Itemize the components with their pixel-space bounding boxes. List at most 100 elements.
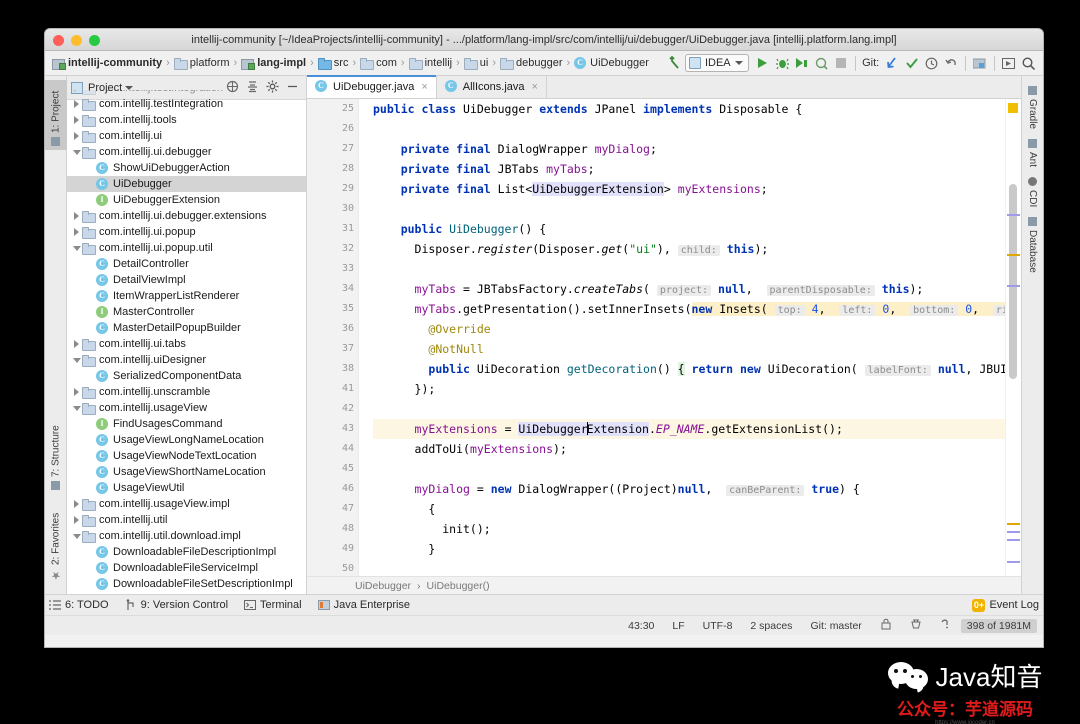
gutter-line[interactable]: 32 [307, 239, 358, 259]
gutter-line[interactable]: 38 [307, 359, 376, 379]
gutter-line[interactable]: 45 [307, 459, 376, 479]
breadcrumb-item-src[interactable]: src [316, 57, 351, 70]
tree-node[interactable]: FileDownloaderImpl [67, 592, 306, 594]
chevron-right-icon[interactable] [71, 500, 82, 508]
tree-node[interactable]: ItemWrapperListRenderer [67, 288, 306, 304]
tree-node[interactable]: UiDebugger [67, 176, 306, 192]
chevron-down-icon[interactable] [125, 85, 134, 90]
tree-node[interactable]: com.intellij.testIntegration [67, 96, 306, 112]
gutter-line[interactable]: 26 [307, 119, 358, 139]
sidebar-item-structure[interactable]: 7: Structure [45, 412, 67, 494]
breadcrumb-item-uidebugger[interactable]: UiDebugger [572, 56, 651, 70]
breadcrumb-item-com[interactable]: com [358, 57, 399, 70]
code-content[interactable]: public class UiDebugger extends JPanel i… [359, 99, 1005, 576]
tree-node[interactable]: com.intellij.ui.debugger.extensions [67, 208, 306, 224]
tree-node[interactable]: com.intellij.util.download.impl [67, 528, 306, 544]
chevron-right-icon[interactable] [71, 228, 82, 236]
chevron-right-icon[interactable] [71, 516, 82, 524]
tree-node[interactable]: com.intellij.ui.popup.util [67, 240, 306, 256]
back-arrow-icon[interactable] [665, 53, 685, 74]
tool-button-terminal[interactable]: Terminal [244, 599, 302, 611]
chevron-down-icon[interactable] [71, 357, 82, 363]
tree-node[interactable]: MasterDetailPopupBuilder [67, 320, 306, 336]
select-in-icon[interactable] [999, 53, 1019, 74]
tree-node[interactable]: com.intellij.usageView [67, 400, 306, 416]
tool-button-version-control[interactable]: 9: Version Control [125, 599, 228, 611]
gutter-line[interactable]: 48 [307, 519, 358, 539]
gutter-line[interactable]: 41 [307, 379, 376, 399]
gutter-line[interactable]: 49 [307, 539, 358, 559]
tool-button-java-enterprise[interactable]: Java Enterprise [317, 599, 410, 611]
tree-node[interactable]: DownloadableFileServiceImpl [67, 560, 306, 576]
caret-position[interactable]: 43:30 [619, 620, 663, 632]
chevron-down-icon[interactable] [71, 405, 82, 411]
chevron-right-icon[interactable] [71, 90, 82, 92]
gutter-line[interactable]: 46 [307, 479, 376, 499]
sidebar-item-project[interactable]: 1: Project [45, 80, 67, 150]
run-with-coverage-icon[interactable] [792, 53, 812, 74]
gutter-line[interactable]: 35 [307, 299, 376, 319]
close-icon[interactable]: × [421, 81, 427, 93]
sidebar-item-cdi[interactable]: CDI [1027, 173, 1038, 211]
sidebar-item-gradle[interactable]: Gradle [1027, 82, 1038, 133]
breadcrumb-item-intellij[interactable]: intellij [407, 57, 455, 70]
chevron-right-icon[interactable] [71, 340, 82, 348]
breadcrumb-class[interactable]: UiDebugger [355, 580, 411, 592]
gutter-line[interactable]: 34 [307, 279, 358, 299]
tab-uidebugger-java[interactable]: UiDebugger.java × [307, 75, 437, 98]
tree-node[interactable]: com.intellij.ui [67, 128, 306, 144]
gutter-line[interactable]: 47 [307, 499, 376, 519]
tool-button-todo[interactable]: 6: TODO [49, 599, 109, 611]
gutter-line[interactable]: 29 [307, 179, 358, 199]
sidebar-item-favorites[interactable]: ★ 2: Favorites [45, 500, 67, 586]
tree-node[interactable]: UsageViewNodeTextLocation [67, 448, 306, 464]
run-icon[interactable] [753, 53, 773, 74]
project-structure-icon[interactable] [970, 53, 990, 74]
memory-indicator[interactable]: 398 of 1981M [960, 618, 1037, 633]
breadcrumb-item-project[interactable]: intellij-community [50, 57, 164, 70]
gutter-line[interactable]: 44 [307, 439, 358, 459]
indent-setting[interactable]: 2 spaces [741, 620, 801, 632]
breadcrumb-item-debugger[interactable]: debugger [498, 57, 565, 70]
event-log-button[interactable]: 0+ Event Log [972, 598, 1039, 612]
gutter-line[interactable]: 25 [307, 99, 375, 119]
breadcrumb-item-ui[interactable]: ui [462, 57, 491, 70]
lock-icon[interactable] [871, 618, 901, 633]
breadcrumb-item-platform[interactable]: platform [172, 57, 232, 70]
update-project-icon[interactable] [882, 53, 902, 74]
gutter-line[interactable]: 37 [307, 339, 376, 359]
sidebar-item-ant[interactable]: Ant [1027, 135, 1038, 171]
inspections-icon[interactable] [901, 618, 931, 633]
tree-node[interactable]: FindUsagesCommand [67, 416, 306, 432]
tree-node[interactable]: com.intellij.tools [67, 112, 306, 128]
close-icon[interactable]: × [532, 81, 538, 93]
chevron-down-icon[interactable] [71, 533, 82, 539]
gutter-line[interactable]: 31 [307, 219, 376, 239]
tree-node[interactable]: com.intellij.usageView.impl [67, 496, 306, 512]
chevron-right-icon[interactable] [71, 388, 82, 396]
tree-node[interactable]: com.intellij.unscramble [67, 384, 306, 400]
rollback-icon[interactable] [941, 53, 961, 74]
tree-node[interactable]: DownloadableFileDescriptionImpl [67, 544, 306, 560]
breadcrumb-item-langimpl[interactable]: lang-impl [239, 57, 308, 70]
error-stripe-indicator[interactable] [1008, 103, 1018, 113]
tree-node[interactable]: com.intellij.uiDesigner [67, 352, 306, 368]
window-controls[interactable] [53, 35, 100, 46]
sidebar-item-database[interactable]: Database [1027, 213, 1038, 277]
chevron-down-icon[interactable] [71, 245, 82, 251]
maximize-window-button[interactable] [89, 35, 100, 46]
editor-gutter[interactable]: 25 26 27 28 29 30 31 32 33 34 35 36 37 38 41 42 43 44 45 46… [307, 99, 376, 576]
tree-node[interactable]: DetailController [67, 256, 306, 272]
tree-node[interactable]: UsageViewLongNameLocation [67, 432, 306, 448]
tree-node[interactable]: com.intellij.ui.popup [67, 224, 306, 240]
tree-node[interactable]: UsageViewShortNameLocation [67, 464, 306, 480]
tree-node[interactable]: UiDebuggerExtension [67, 192, 306, 208]
gutter-line[interactable]: 30 [307, 199, 358, 219]
file-encoding[interactable]: UTF-8 [694, 620, 742, 632]
tree-node[interactable]: DetailViewImpl [67, 272, 306, 288]
gutter-line[interactable]: 33 [307, 259, 358, 279]
project-tree[interactable]: com.intellij.testIntegration com.intellij… [67, 90, 306, 594]
git-branch[interactable]: Git: master [801, 620, 870, 632]
profile-icon[interactable] [812, 53, 832, 74]
commit-icon[interactable] [902, 53, 922, 74]
